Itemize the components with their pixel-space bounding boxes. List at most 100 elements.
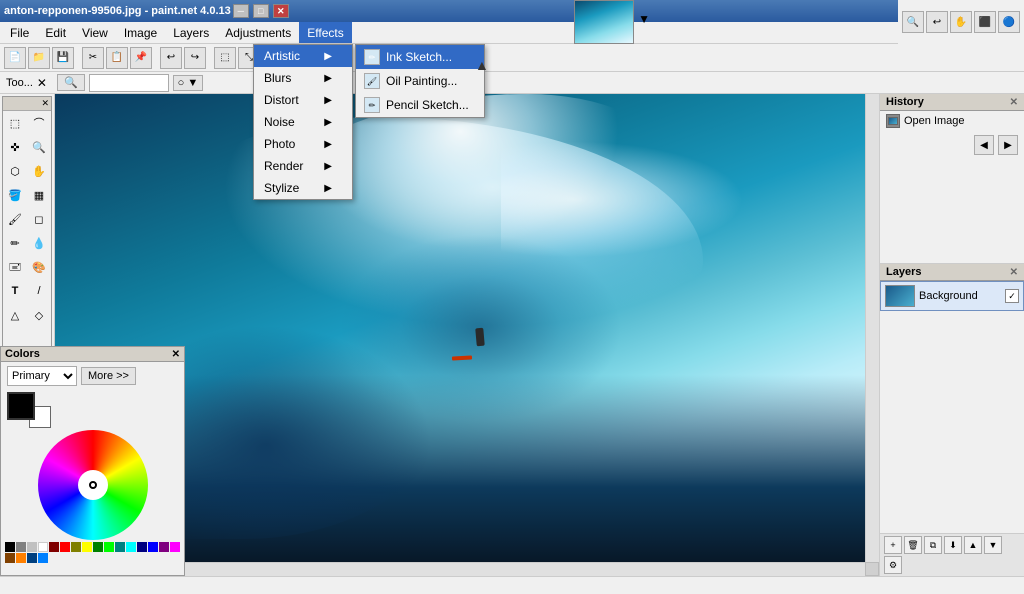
move-layer-down-button[interactable]: ▼ [984,536,1002,554]
history-title: History [886,96,924,108]
palette-swatch[interactable] [38,553,48,563]
palette-swatch[interactable] [93,542,103,552]
layer-properties-button[interactable]: ⚙ [884,556,902,574]
layer-visibility-check[interactable]: ✓ [1005,289,1019,303]
palette-swatch[interactable] [16,542,26,552]
palette-swatch[interactable] [115,542,125,552]
merge-layer-button[interactable]: ⬇ [944,536,962,554]
eraser-tool[interactable]: ◻ [27,207,51,231]
palette-swatch[interactable] [5,553,15,563]
pan-button[interactable]: ✋ [950,11,972,33]
history-button[interactable]: ↩ [926,11,948,33]
minimize-button[interactable]: ─ [233,4,249,18]
save-button[interactable]: 💾 [52,47,74,69]
redo-button[interactable]: ↪ [184,47,206,69]
effects-menu-render[interactable]: Render ▶ [254,155,352,177]
open-button[interactable]: 📁 [28,47,50,69]
palette-swatch[interactable] [27,542,37,552]
artistic-oil-painting[interactable]: 🖌 Oil Painting... [356,69,484,93]
primary-color-swatch[interactable] [7,392,35,420]
tools-close-button[interactable]: ✕ [41,98,49,109]
history-forward-button[interactable]: ▶ [998,135,1018,155]
color-wheel-button[interactable]: 🔵 [998,11,1020,33]
add-layer-button[interactable]: + [884,536,902,554]
layer-item-background[interactable]: Background ✓ [880,281,1024,311]
oil-painting-icon: 🖌 [364,73,380,89]
clone-stamp-tool[interactable]: 🖃 [3,255,27,279]
artistic-pencil-sketch[interactable]: ✏ Pencil Sketch... [356,93,484,117]
cut-button[interactable]: ✂ [82,47,104,69]
palette-swatch[interactable] [82,542,92,552]
primary-secondary-select[interactable]: Primary Secondary [7,366,77,386]
move-tool[interactable]: ✜ [3,135,27,159]
effects-menu-blurs[interactable]: Blurs ▶ [254,67,352,89]
history-item-open-image[interactable]: Open Image [880,111,1024,131]
effects-menu-distort[interactable]: Distort ▶ [254,89,352,111]
palette-swatch[interactable] [104,542,114,552]
menu-adjustments[interactable]: Adjustments [217,22,299,43]
palette-swatch[interactable] [27,553,37,563]
colors-close-button[interactable]: ✕ [172,349,180,360]
palette-swatch[interactable] [137,542,147,552]
palette-swatch[interactable] [126,542,136,552]
menu-edit[interactable]: Edit [37,22,74,43]
palette-swatch[interactable] [159,542,169,552]
recolor-tool[interactable]: 🎨 [27,255,51,279]
effects-menu-stylize[interactable]: Stylize ▶ [254,177,352,199]
hand-tool[interactable]: ✋ [27,159,51,183]
line-tool[interactable]: / [27,279,51,303]
gradient-tool[interactable]: ▦ [27,183,51,207]
shapes-tool[interactable]: △ [3,303,27,327]
artistic-ink-sketch[interactable]: ✏ Ink Sketch... [356,45,484,69]
rectangle-select-tool[interactable]: ⬚ [3,111,27,135]
thumbnail-dropdown-arrow[interactable]: ▼ [638,12,650,26]
zoom-control[interactable]: 🔍 [57,74,85,91]
duplicate-layer-button[interactable]: ⧉ [924,536,942,554]
menu-file[interactable]: File [2,22,37,43]
menu-view[interactable]: View [74,22,116,43]
vertical-scrollbar[interactable] [865,94,879,562]
more-colors-button[interactable]: More >> [81,367,136,385]
paint-bucket-tool[interactable]: 🪣 [3,183,27,207]
menu-layers[interactable]: Layers [165,22,217,43]
lasso-select-tool[interactable]: ⌒ [27,111,51,135]
palette-swatch[interactable] [5,542,15,552]
effects-menu-noise[interactable]: Noise ▶ [254,111,352,133]
zoom-tool[interactable]: 🔍 [27,135,51,159]
color-wheel[interactable] [38,430,148,540]
palette-swatch[interactable] [38,542,48,552]
copy-button[interactable]: 📋 [106,47,128,69]
zoom-in-button[interactable]: ⬛ [974,11,996,33]
layers-close-button[interactable]: ✕ [1010,267,1018,278]
delete-layer-button[interactable]: 🗑 [904,536,922,554]
menu-effects[interactable]: Effects [299,22,351,43]
palette-swatch[interactable] [71,542,81,552]
menu-image[interactable]: Image [116,22,165,43]
artistic-arrow: ▶ [324,51,332,62]
effects-menu-artistic[interactable]: Artistic ▶ [254,45,352,67]
text-tool[interactable]: T [3,279,27,303]
maximize-button[interactable]: □ [253,4,269,18]
history-close-button[interactable]: ✕ [1010,97,1018,108]
pencil-tool[interactable]: ✏ [3,231,27,255]
close-tools-button[interactable]: ✕ [37,76,47,90]
freeform-tool[interactable]: ◇ [27,303,51,327]
palette-swatch[interactable] [148,542,158,552]
color-picker-tool[interactable]: 💧 [27,231,51,255]
zoom-dropdown[interactable]: ○ ▼ [173,75,204,91]
palette-swatch[interactable] [16,553,26,563]
new-button[interactable]: 📄 [4,47,26,69]
zoom-out-button[interactable]: 🔍 [902,11,924,33]
palette-swatch[interactable] [170,542,180,552]
move-layer-up-button[interactable]: ▲ [964,536,982,554]
palette-swatch[interactable] [60,542,70,552]
paste-button[interactable]: 📌 [130,47,152,69]
undo-button[interactable]: ↩ [160,47,182,69]
effects-menu-photo[interactable]: Photo ▶ [254,133,352,155]
history-back-button[interactable]: ◀ [974,135,994,155]
paintbrush-tool[interactable]: 🖌 [3,207,27,231]
crop-button[interactable]: ⬚ [214,47,236,69]
magic-wand-tool[interactable]: ⬡ [3,159,27,183]
close-window-button[interactable]: ✕ [273,4,289,18]
palette-swatch[interactable] [49,542,59,552]
